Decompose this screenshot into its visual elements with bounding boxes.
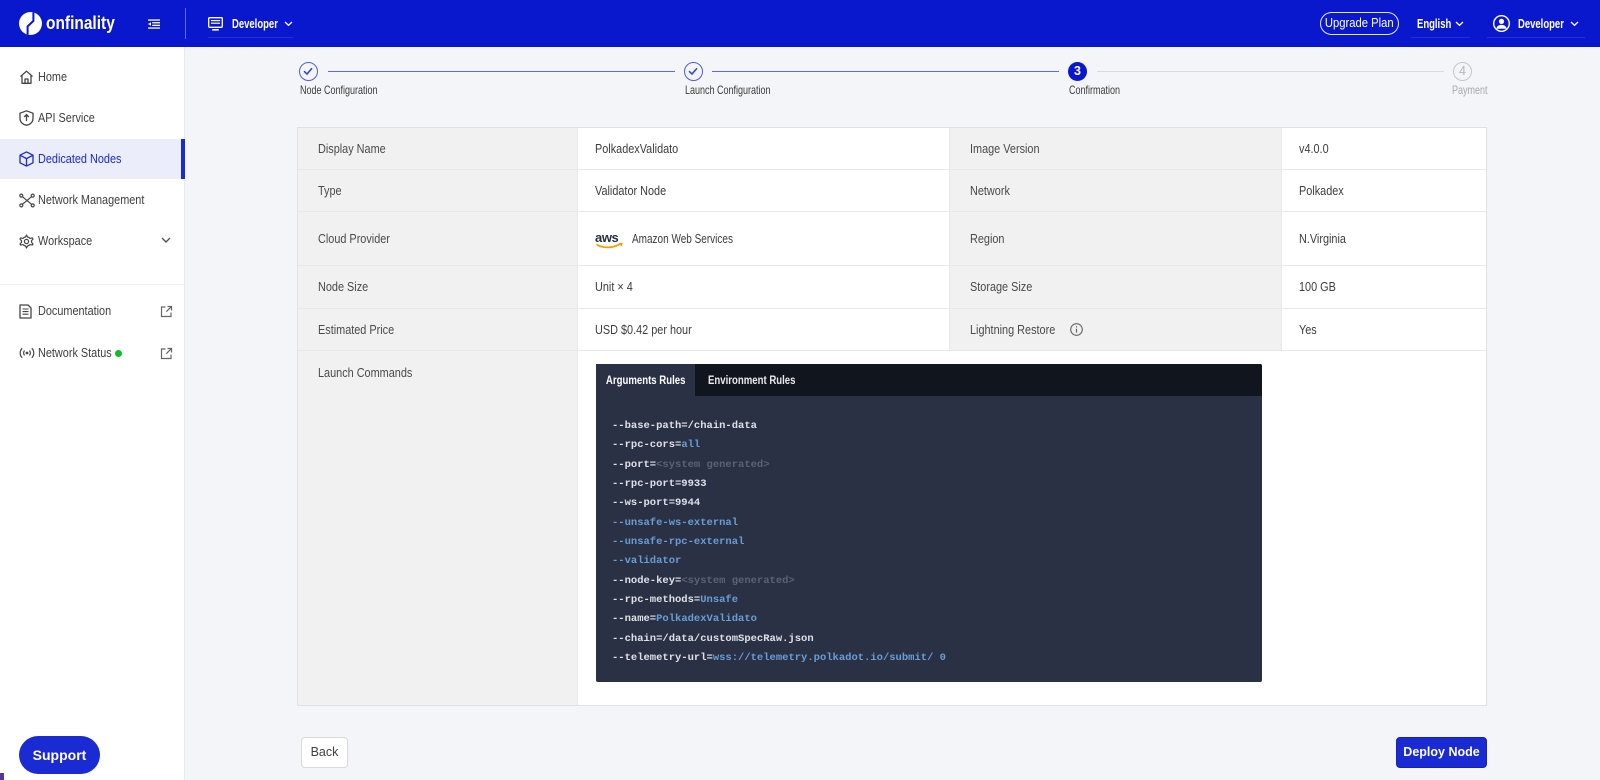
svg-text:aws: aws — [595, 230, 619, 245]
